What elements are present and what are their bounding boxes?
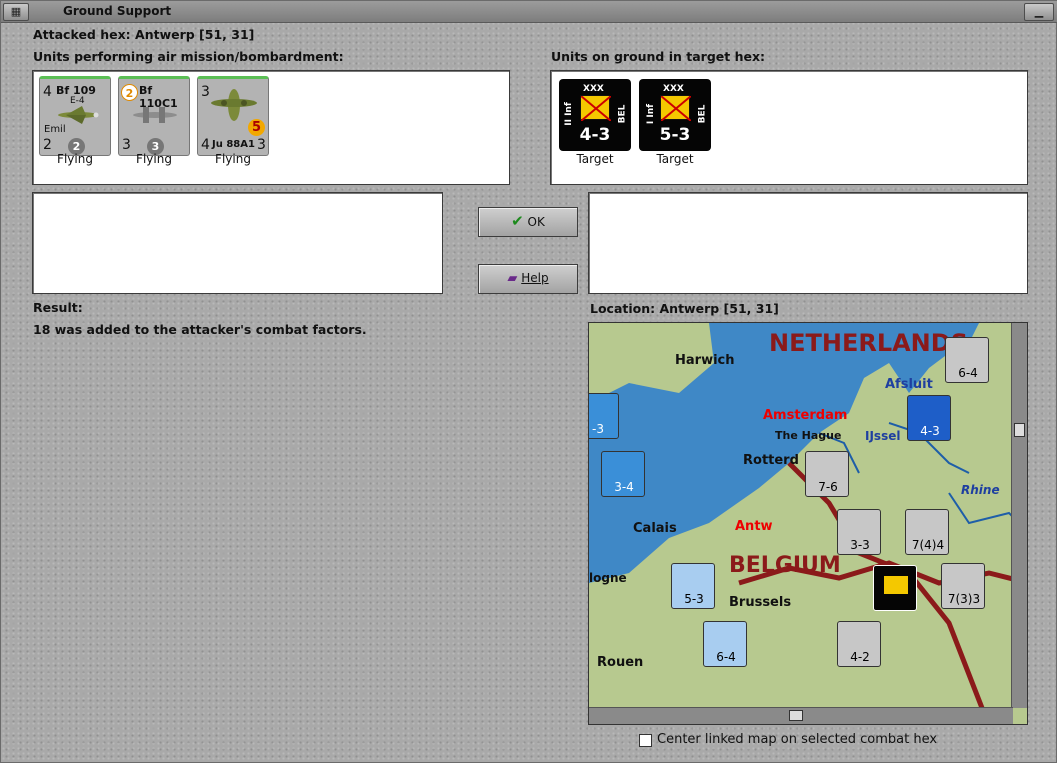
map-label-antwerp: Antw xyxy=(735,519,773,534)
map-label-ijssel: IJssel xyxy=(865,429,901,443)
horizontal-scroll-thumb[interactable] xyxy=(789,710,803,721)
window-title: Ground Support xyxy=(63,4,172,18)
infantry-symbol-icon xyxy=(660,95,692,122)
map-label-calais: Calais xyxy=(633,521,677,536)
help-button[interactable]: ▰ Help xyxy=(478,264,578,294)
center-map-checkbox[interactable] xyxy=(639,734,652,747)
map-label-brussels: Brussels xyxy=(729,595,792,610)
ground-unit-i-inf-status: Target xyxy=(656,152,694,166)
air-unit-bf109-status: Flying xyxy=(57,152,93,166)
map-unit[interactable]: 4-2 xyxy=(837,621,881,667)
map-unit[interactable]: 6-4 xyxy=(945,337,989,383)
map-label-rouen: Rouen xyxy=(597,655,644,670)
map-label-afsluit: Afsluit xyxy=(885,377,933,392)
air-units-label: Units performing air mission/bombardment… xyxy=(33,49,344,64)
map-unit[interactable]: 7-6 xyxy=(805,451,849,497)
system-menu-icon[interactable]: ▦ xyxy=(3,3,29,21)
map-label-amsterdam: Amsterdam xyxy=(763,408,848,423)
bomber-plane-icon xyxy=(211,89,257,121)
map-unit[interactable]: 3-3 xyxy=(837,509,881,555)
checkmark-icon: ✔ xyxy=(511,212,524,230)
air-units-panel: 4 Bf 109 E-4 Emil 2 2 Flying 2 Bf 110C1 … xyxy=(32,70,510,185)
result-text: 18 was added to the attacker's combat fa… xyxy=(33,322,367,337)
attacked-hex-label: Attacked hex: Antwerp [51, 31] xyxy=(33,27,255,42)
ground-unit-i-inf[interactable]: XXX I Inf BEL 5-3 xyxy=(639,79,711,151)
map-unit[interactable]: -3 xyxy=(589,393,619,439)
air-unit-bf110[interactable]: 2 Bf 110C1 3 3 xyxy=(118,76,190,156)
map-unit[interactable]: 3-4 xyxy=(601,451,645,497)
map-label-rhine: Rhine xyxy=(961,483,1000,497)
air-unit-ju88[interactable]: 3 5 4 Ju 88A1 3 xyxy=(197,76,269,156)
air-unit-ju88-status: Flying xyxy=(215,152,251,166)
location-map[interactable]: NETHERLANDS BELGIUM Harwich Amsterdam Th… xyxy=(588,322,1028,725)
map-target-hex-marker[interactable] xyxy=(873,565,917,611)
ok-button[interactable]: ✔ OK xyxy=(478,207,578,237)
map-horizontal-scrollbar[interactable] xyxy=(589,707,1013,724)
map-unit[interactable]: 7(4)4 xyxy=(905,509,949,555)
center-map-checkbox-label: Center linked map on selected combat hex xyxy=(657,732,938,747)
location-label: Location: Antwerp [51, 31] xyxy=(590,301,779,316)
map-unit[interactable]: 6-4 xyxy=(703,621,747,667)
map-unit[interactable]: 5-3 xyxy=(671,563,715,609)
map-unit[interactable]: 7(3)3 xyxy=(941,563,985,609)
minimize-button[interactable]: ▁ xyxy=(1024,3,1054,21)
ground-units-label: Units on ground in target hex: xyxy=(551,49,766,64)
map-label-logne: logne xyxy=(589,571,627,585)
title-bar[interactable]: ▦ Ground Support ▁ xyxy=(1,1,1057,23)
map-label-belgium: BELGIUM xyxy=(729,553,841,578)
fighter-plane-icon xyxy=(58,106,99,124)
map-unit[interactable]: 4-3 xyxy=(907,395,951,441)
result-label: Result: xyxy=(33,300,83,315)
infantry-symbol-icon xyxy=(580,95,612,122)
map-label-the-hague: The Hague xyxy=(775,429,842,442)
attacker-detail-panel xyxy=(32,192,443,294)
air-unit-bf109[interactable]: 4 Bf 109 E-4 Emil 2 2 xyxy=(39,76,111,156)
defender-detail-panel xyxy=(588,192,1028,294)
heavy-fighter-plane-icon xyxy=(133,107,177,123)
ground-units-panel: XXX II Inf BEL 4-3 Target XXX I Inf BEL … xyxy=(550,70,1028,185)
map-vertical-scrollbar[interactable] xyxy=(1011,323,1027,708)
ground-support-window: ▦ Ground Support ▁ Attacked hex: Antwerp… xyxy=(0,0,1057,763)
map-label-netherlands: NETHERLANDS xyxy=(769,329,968,357)
map-label-harwich: Harwich xyxy=(675,353,735,368)
map-label-rotterdam: Rotterd xyxy=(743,453,799,468)
ground-unit-ii-inf[interactable]: XXX II Inf BEL 4-3 xyxy=(559,79,631,151)
ground-unit-ii-inf-status: Target xyxy=(576,152,614,166)
help-book-icon: ▰ xyxy=(507,271,518,286)
air-unit-bf110-status: Flying xyxy=(136,152,172,166)
vertical-scroll-thumb[interactable] xyxy=(1014,423,1025,437)
